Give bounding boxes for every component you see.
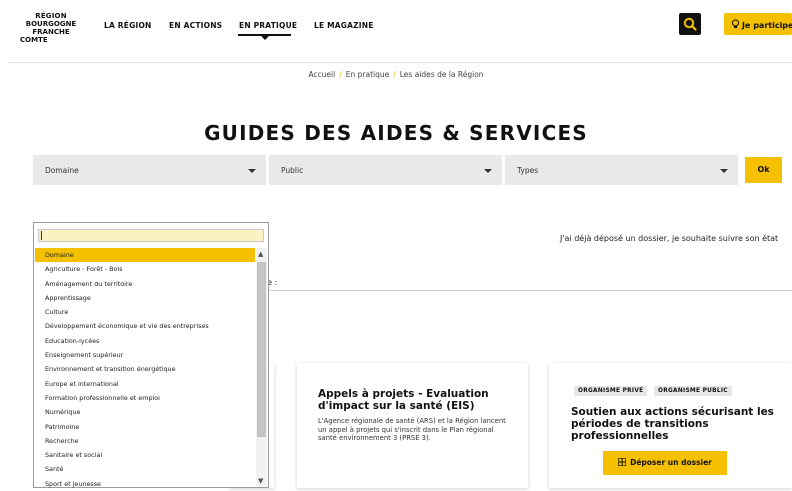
grid-icon	[617, 457, 627, 467]
dropdown-option[interactable]: Sport et jeunesse	[35, 477, 255, 491]
header-divider	[8, 62, 792, 63]
search-button[interactable]	[679, 13, 701, 35]
site-header: RÉGION BOURGOGNE FRANCHE COMTE LA RÉGION…	[0, 0, 792, 62]
dropdown-option[interactable]: Recherche	[35, 434, 255, 448]
page-title: GUIDES DES AIDES & SERVICES	[204, 121, 588, 145]
aid-card[interactable]: Appels à projets - Evaluation d'impact s…	[297, 363, 528, 488]
dropdown-option[interactable]: Environnement et transition énergétique	[35, 362, 255, 376]
lightbulb-icon	[731, 19, 740, 30]
domaine-dropdown[interactable]: Domaine Agriculture - Forêt - Bois Aménage…	[33, 222, 269, 488]
suivi-dossier-link[interactable]: J'ai déjà déposé un dossier, je souhaite…	[560, 234, 778, 243]
public-select-value: Public	[281, 166, 304, 175]
dropdown-option[interactable]: Patrimoine	[35, 420, 255, 434]
logo-line-4: COMTE	[20, 36, 48, 44]
dropdown-option[interactable]: Aménagement du territoire	[35, 277, 255, 291]
dropdown-option[interactable]: Formation professionnelle et emploi	[35, 391, 255, 405]
logo-line-2: BOURGOGNE	[25, 20, 77, 28]
breadcrumb-current: Les aides de la Région	[399, 70, 484, 79]
breadcrumb-separator: /	[339, 70, 342, 79]
breadcrumb-en-pratique[interactable]: En pratique	[346, 70, 389, 79]
nav-item-la-region[interactable]: LA RÉGION	[104, 21, 152, 30]
region-logo[interactable]: RÉGION BOURGOGNE FRANCHE COMTE	[6, 12, 96, 44]
card-description: L'Agence régionale de santé (ARS) et la …	[318, 417, 506, 442]
dropdown-option[interactable]: Développement économique et vie des entr…	[35, 319, 255, 333]
dropdown-option[interactable]: Enseignement supérieur	[35, 348, 255, 362]
field-underline	[262, 290, 792, 291]
participe-label: Je participe	[742, 21, 792, 30]
nav-item-en-pratique[interactable]: EN PRATIQUE	[239, 21, 297, 30]
dropdown-option[interactable]: Domaine	[35, 248, 255, 263]
dropdown-option[interactable]: Numérique	[35, 405, 255, 419]
text-cursor	[41, 231, 42, 240]
public-select[interactable]: Public	[269, 155, 502, 185]
dropdown-option[interactable]: Education-lycées	[35, 334, 255, 348]
breadcrumb: Accueil / En pratique / Les aides de la Régi…	[0, 70, 792, 79]
dropdown-option[interactable]: Santé	[35, 462, 255, 476]
nav-item-en-actions[interactable]: EN ACTIONS	[169, 21, 222, 30]
dropdown-option[interactable]: Apprentissage	[35, 291, 255, 305]
card-title[interactable]: Appels à projets - Evaluation d'impact s…	[318, 388, 508, 412]
dropdown-option[interactable]: Sanitaire et social	[35, 448, 255, 462]
dropdown-search-input[interactable]	[38, 229, 264, 242]
nav-active-caret-icon	[261, 36, 269, 40]
badge-organisme-prive: ORGANISME PRIVÉ	[574, 386, 648, 396]
dropdown-scrollbar[interactable]: ▲ ▼	[256, 248, 267, 486]
badge-organisme-public: ORGANISME PUBLIC	[654, 386, 732, 396]
logo-line-3: FRANCHE	[32, 28, 70, 36]
domaine-select-value: Domaine	[45, 166, 79, 175]
chevron-down-icon	[484, 169, 492, 173]
domaine-select[interactable]: Domaine	[33, 155, 266, 185]
search-icon	[683, 17, 697, 31]
breadcrumb-home[interactable]: Accueil	[308, 70, 335, 79]
scroll-down-icon[interactable]: ▼	[258, 477, 263, 485]
dropdown-options-list: Domaine Agriculture - Forêt - Bois Aménage…	[35, 248, 255, 491]
breadcrumb-separator: /	[393, 70, 396, 79]
dropdown-option[interactable]: Culture	[35, 305, 255, 319]
dropdown-option[interactable]: Agriculture - Forêt - Bois	[35, 262, 255, 276]
scrollbar-thumb[interactable]	[257, 262, 266, 437]
dropdown-option[interactable]: Europe et international	[35, 377, 255, 391]
chevron-down-icon	[720, 169, 728, 173]
chevron-down-icon	[248, 169, 256, 173]
types-select[interactable]: Types	[505, 155, 738, 185]
ok-button[interactable]: Ok	[745, 157, 782, 183]
participe-button[interactable]: Je participe	[724, 13, 792, 35]
scroll-up-icon[interactable]: ▲	[258, 250, 263, 258]
deposer-dossier-label: Déposer un dossier	[630, 458, 712, 467]
types-select-value: Types	[517, 166, 539, 175]
nav-item-le-magazine[interactable]: LE MAGAZINE	[314, 21, 374, 30]
logo-line-1: RÉGION	[35, 12, 67, 20]
card-title[interactable]: Soutien aux actions sécurisant les pério…	[571, 406, 781, 442]
deposer-dossier-button[interactable]: Déposer un dossier	[603, 451, 727, 475]
